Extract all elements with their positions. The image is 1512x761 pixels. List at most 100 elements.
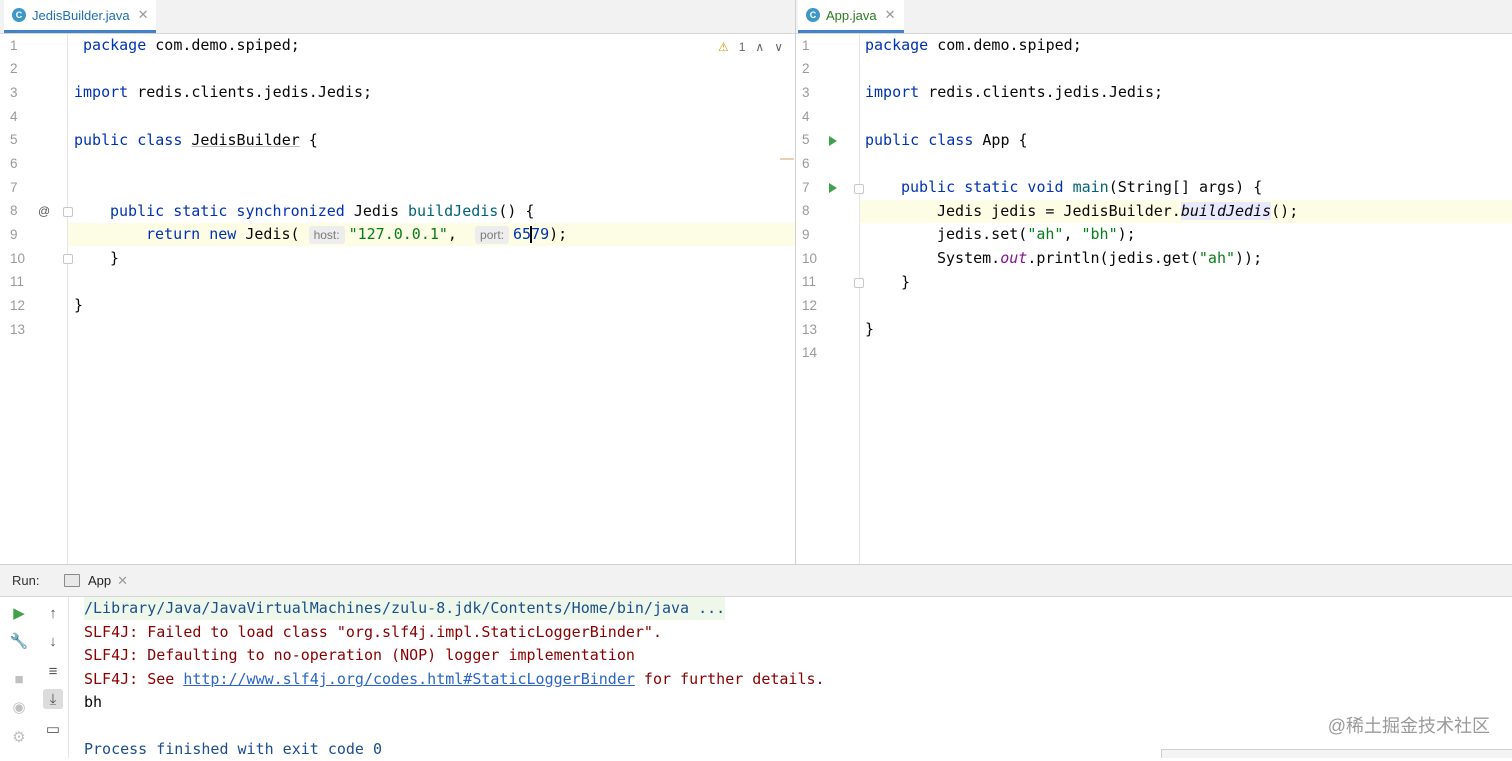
up-arrow-icon[interactable]: ↑ <box>43 603 63 623</box>
console-stderr-line: SLF4J: See http://www.slf4j.org/codes.ht… <box>84 668 825 691</box>
line-number: 5 <box>10 132 18 147</box>
code-token: (); <box>1271 202 1299 220</box>
console-stdout-line: bh <box>84 693 103 711</box>
line-number: 14 <box>802 345 818 360</box>
code-token: package <box>865 36 929 54</box>
code-line: public static synchronized Jedis buildJe… <box>68 200 795 223</box>
close-icon[interactable]: ✕ <box>885 7 896 23</box>
code-token: return new <box>146 225 237 243</box>
line-number: 8 <box>802 203 810 218</box>
tab-jedisbuilder-java[interactable]: C JedisBuilder.java ✕ <box>4 0 157 33</box>
line-number: 6 <box>802 156 810 171</box>
close-icon[interactable]: ✕ <box>138 7 149 23</box>
run-header: Run: App ✕ <box>0 565 1512 597</box>
code-line: import redis.clients.jedis.Jedis; <box>860 81 1512 104</box>
scroll-to-end-icon[interactable]: ⤓ <box>43 689 63 709</box>
code-token: public static void <box>901 178 1064 196</box>
left-editor-pane: C JedisBuilder.java ✕ ⚠ 1 ∧ ∨ 1 2 3 4 5 … <box>0 0 796 564</box>
code-token: public class <box>865 131 974 149</box>
code-token: Jedis <box>344 202 409 220</box>
number-literal: 65 <box>513 225 532 243</box>
run-tab-label: App <box>88 573 112 588</box>
code-line: public class JedisBuilder { <box>68 129 795 152</box>
line-number: 12 <box>10 298 26 313</box>
down-arrow-icon[interactable]: ↓ <box>43 631 63 651</box>
code-token: (String[] args) { <box>1108 178 1263 196</box>
code-line: } <box>860 271 1512 294</box>
override-at-icon[interactable]: @ <box>38 204 50 218</box>
string-literal: "bh" <box>1081 225 1118 243</box>
right-editor-pane: C App.java ✕ 1 2 3 4 5 6 7 8 9 10 11 12 … <box>796 0 1512 564</box>
print-icon[interactable]: ▭ <box>43 719 63 739</box>
parameter-hint: host: <box>308 226 345 244</box>
console-icon <box>64 574 80 587</box>
line-number: 1 <box>10 38 18 53</box>
run-main-icon[interactable] <box>829 183 837 193</box>
code-line: package com.demo.spiped; <box>860 34 1512 57</box>
right-gutter[interactable]: 1 2 3 4 5 6 7 8 9 10 11 12 13 14 <box>796 34 864 564</box>
method-call: buildJedis <box>1180 202 1272 220</box>
code-token: } <box>901 273 911 291</box>
console-exit-line: Process finished with exit code 0 <box>84 740 383 758</box>
class-name: JedisBuilder <box>191 131 300 149</box>
line-number: 11 <box>802 274 817 289</box>
code-token: com.demo.spiped; <box>146 36 300 54</box>
stop-icon[interactable]: ■ <box>9 669 29 689</box>
code-token: redis.clients.jedis.Jedis; <box>919 83 1164 101</box>
code-line: jedis.set("ah", "bh"); <box>860 223 1512 246</box>
line-number: 9 <box>802 227 810 242</box>
camera-icon[interactable]: ◉ <box>9 697 29 717</box>
code-token: } <box>110 249 120 267</box>
code-line-current: Jedis jedis = JedisBuilder.buildJedis(); <box>860 200 1512 223</box>
code-token: } <box>865 320 875 338</box>
code-token: import <box>865 83 920 101</box>
static-field: out <box>1000 249 1028 267</box>
code-token: () { <box>498 202 535 220</box>
line-number: 3 <box>10 85 18 100</box>
console-text: SLF4J: See <box>84 670 184 688</box>
code-token: , <box>447 225 457 243</box>
method-name: buildJedis <box>408 202 499 220</box>
line-number: 10 <box>802 251 818 266</box>
class-run-c-icon: C <box>806 8 820 22</box>
run-tab-app[interactable]: App ✕ <box>58 565 134 596</box>
line-number: 5 <box>802 132 810 147</box>
string-literal: "ah" <box>1027 225 1064 243</box>
line-number: 1 <box>802 38 810 53</box>
code-line: System.out.println(jedis.get("ah")); <box>860 247 1512 270</box>
right-editor-tabbar: C App.java ✕ <box>796 0 1512 34</box>
error-stripe-mark[interactable] <box>780 158 794 160</box>
code-line: } <box>860 318 1512 341</box>
line-number: 8 <box>10 203 18 218</box>
left-editor-tabbar: C JedisBuilder.java ✕ <box>0 0 795 34</box>
tab-app-java[interactable]: C App.java ✕ <box>798 0 904 33</box>
settings-icon[interactable]: ⚙ <box>9 727 29 747</box>
wrench-icon[interactable]: 🔧 <box>9 631 29 651</box>
rerun-icon[interactable]: ▶ <box>9 603 29 623</box>
code-token: ); <box>549 225 568 243</box>
left-code-area[interactable]: package com.demo.spiped; import redis.cl… <box>68 34 795 564</box>
code-token: Jedis jedis = JedisBuilder. <box>937 202 1181 220</box>
console-link[interactable]: http://www.slf4j.org/codes.html#StaticLo… <box>183 670 635 688</box>
string-literal: "127.0.0.1" <box>348 225 448 243</box>
right-code-area[interactable]: package com.demo.spiped; import redis.cl… <box>860 34 1512 564</box>
run-class-icon[interactable] <box>829 136 837 146</box>
string-literal: "ah" <box>1198 249 1236 267</box>
line-number: 10 <box>10 251 26 266</box>
line-number: 9 <box>10 227 18 242</box>
watermark: @稀土掘金技术社区 <box>1327 716 1490 736</box>
code-token: , <box>1063 225 1082 243</box>
run-toolbar-right: ↑ ↓ ≡ ⤓ ▭ <box>38 597 69 758</box>
line-number: 7 <box>802 180 810 195</box>
code-line: } <box>68 294 795 317</box>
left-gutter[interactable]: 1 2 3 4 5 6 7 8 9 10 11 12 13 @ <box>4 34 73 564</box>
console-output[interactable]: /Library/Java/JavaVirtualMachines/zulu-8… <box>68 597 1512 758</box>
soft-wrap-icon[interactable]: ≡ <box>43 661 63 681</box>
code-line: public static void main(String[] args) { <box>860 176 1512 199</box>
line-number: 11 <box>10 274 25 289</box>
close-icon[interactable]: ✕ <box>117 573 128 589</box>
run-toolbar-left: ▶ 🔧 ■ ◉ ⚙ <box>4 597 34 758</box>
line-number: 12 <box>802 298 818 313</box>
console-command-line[interactable]: /Library/Java/JavaVirtualMachines/zulu-8… <box>84 597 726 620</box>
code-token: ); <box>1117 225 1136 243</box>
